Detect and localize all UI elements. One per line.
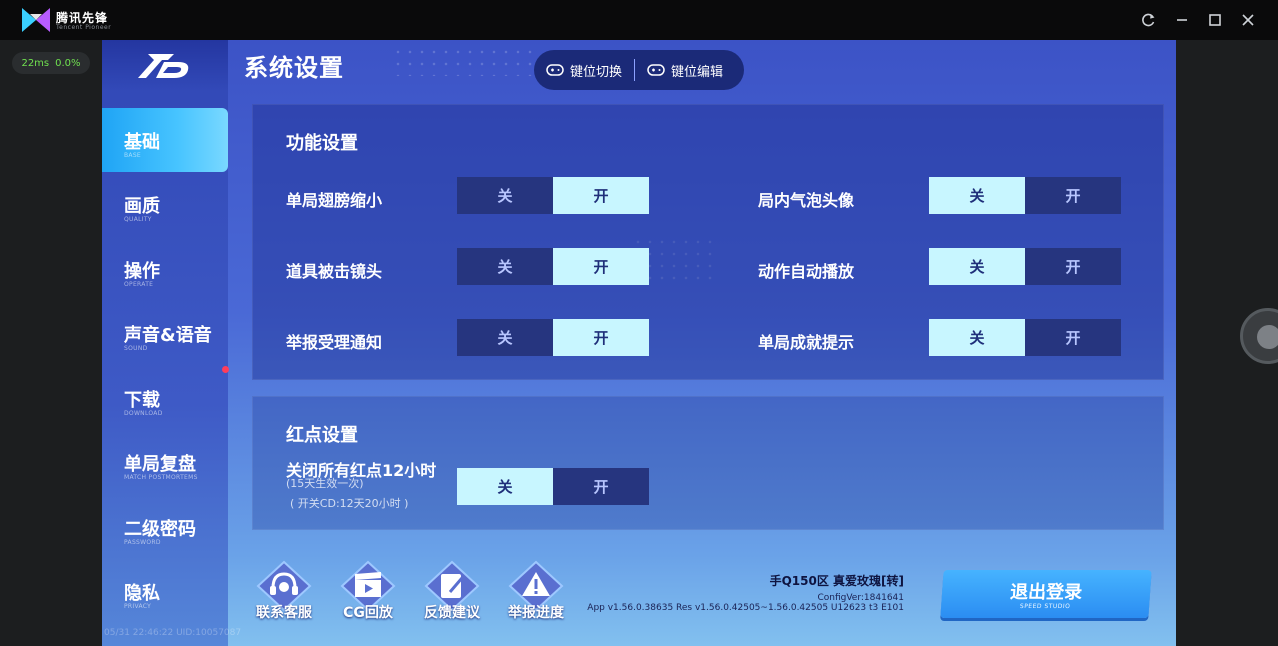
key-switch-button[interactable]: 键位切换	[534, 50, 634, 90]
contact-support-button[interactable]: 联系客服	[250, 560, 318, 630]
report-progress-button[interactable]: 举报进度	[502, 560, 570, 630]
ping-value: 22ms	[21, 57, 50, 69]
toggle-off-option[interactable]: 关	[457, 468, 553, 505]
function-settings-panel: 功能设置 单局翅膀缩小 关 开 道具被击镜头 关 开 举报受理通知 关 开 局内…	[252, 104, 1164, 380]
toggle-on-option[interactable]: 开	[1025, 177, 1121, 214]
host-left-panel	[0, 40, 102, 646]
logout-sublabel: SPEED STUDIO	[1019, 603, 1071, 610]
setting-label: 道具被击镜头	[286, 262, 383, 281]
settings-sidebar: 基础 BASE 画质 QUALITY 操作 OPERATE 声音&语音 SOUN…	[102, 40, 228, 646]
config-version: ConfigVer:1841641	[817, 593, 904, 603]
host-brand-sub: Tencent Pioneer	[56, 24, 112, 31]
refresh-icon[interactable]	[1138, 10, 1158, 30]
minimize-icon[interactable]	[1172, 10, 1192, 30]
key-edit-label: 键位编辑	[671, 64, 724, 80]
nav-label: 声音&语音	[124, 325, 212, 346]
setting-label: 局内气泡头像	[758, 191, 855, 210]
bottom-button-label: 举报进度	[508, 605, 564, 621]
key-layout-pill: 键位切换 键位编辑	[534, 50, 744, 90]
gamepad-icon	[546, 64, 564, 76]
cg-replay-button[interactable]: CG回放	[334, 560, 402, 630]
toggle-achievement-tip: 关 开	[929, 319, 1122, 356]
toggle-on-option[interactable]: 开	[553, 468, 649, 505]
toggle-off-option[interactable]: 关	[929, 319, 1025, 356]
toggle-wing-shrink: 关 开	[457, 177, 650, 214]
toggle-off-option[interactable]: 关	[457, 177, 553, 214]
toggle-on-option[interactable]: 开	[553, 177, 649, 214]
nav-label: 基础	[124, 132, 160, 153]
toggle-off-option[interactable]: 关	[929, 177, 1025, 214]
account-name: 手Q150区 真爱玫瑰[转]	[769, 574, 904, 588]
setting-cooldown: ( 开关CD:12天20小时 )	[290, 497, 409, 510]
nav-sublabel: SOUND	[124, 345, 148, 352]
logout-button[interactable]: 退出登录 SPEED STUDIO	[940, 570, 1152, 618]
toggle-on-option[interactable]: 开	[553, 319, 649, 356]
reddot-settings-panel: 红点设置 关闭所有红点12小时 (15天生效一次) ( 开关CD:12天20小时…	[252, 396, 1164, 530]
speed-logo-icon	[138, 54, 189, 78]
toggle-auto-action: 关 开	[929, 248, 1122, 285]
download-red-dot	[222, 366, 229, 373]
maximize-icon[interactable]	[1205, 10, 1225, 30]
host-titlebar: 腾讯先锋 Tencent Pioneer	[0, 0, 1278, 40]
nav-item-sound[interactable]: 声音&语音 SOUND	[102, 301, 228, 365]
setting-label: 举报受理通知	[286, 333, 383, 352]
nav-label: 单局复盘	[124, 454, 196, 475]
setting-label: 单局翅膀缩小	[286, 191, 383, 210]
nav-label: 操作	[124, 261, 160, 282]
toggle-hide-reddots: 关 开	[457, 468, 650, 505]
toggle-off-option[interactable]: 关	[457, 319, 553, 356]
nav-sublabel: MATCH POSTMORTEMS	[124, 474, 198, 481]
tencent-pioneer-logo-icon	[22, 8, 50, 32]
bottom-button-label: 反馈建议	[424, 605, 480, 621]
toggle-off-option[interactable]: 关	[929, 248, 1025, 285]
toggle-item-hit-camera: 关 开	[457, 248, 650, 285]
nav-item-match-postmortems[interactable]: 单局复盘 MATCH POSTMORTEMS	[102, 430, 228, 494]
close-icon[interactable]	[1238, 10, 1258, 30]
hexagon-icon	[1257, 325, 1278, 349]
setting-label: 动作自动播放	[758, 262, 855, 281]
bottom-button-label: 联系客服	[256, 605, 312, 621]
key-switch-label: 键位切换	[570, 64, 623, 80]
setting-sublabel: (15天生效一次)	[286, 477, 364, 490]
toggle-bubble-avatar: 关 开	[929, 177, 1122, 214]
nav-sublabel: QUALITY	[124, 216, 152, 223]
panel-title: 红点设置	[286, 425, 358, 446]
loss-value: 0.0%	[55, 57, 81, 69]
nav-sublabel: PRIVACY	[124, 603, 152, 610]
toggle-on-option[interactable]: 开	[553, 248, 649, 285]
nav-label: 隐私	[124, 583, 160, 604]
nav-item-password[interactable]: 二级密码 PASSWORD	[102, 495, 228, 559]
game-viewport: 基础 BASE 画质 QUALITY 操作 OPERATE 声音&语音 SOUN…	[102, 40, 1176, 646]
feedback-button[interactable]: 反馈建议	[418, 560, 486, 630]
gamepad-icon	[647, 64, 665, 76]
toggle-on-option[interactable]: 开	[1025, 248, 1121, 285]
nav-item-privacy[interactable]: 隐私 PRIVACY	[102, 559, 228, 623]
screen: 腾讯先锋 Tencent Pioneer 22ms 0.0% 基础 BASE 画…	[0, 0, 1278, 646]
toggle-report-notify: 关 开	[457, 319, 650, 356]
nav-item-operate[interactable]: 操作 OPERATE	[102, 237, 228, 301]
nav-label: 二级密码	[124, 519, 196, 540]
nav-sublabel: DOWNLOAD	[124, 410, 163, 417]
footer-timestamp: 05/31 22:46:22 UID:10057087	[104, 628, 242, 638]
game-logo	[102, 40, 228, 90]
nav-sublabel: BASE	[124, 152, 142, 159]
nav-label: 画质	[124, 196, 160, 217]
nav-item-base[interactable]: 基础 BASE	[102, 108, 228, 172]
key-edit-button[interactable]: 键位编辑	[635, 50, 735, 90]
toggle-on-option[interactable]: 开	[1025, 319, 1121, 356]
nav-sublabel: OPERATE	[124, 281, 154, 288]
page-title: 系统设置	[244, 54, 344, 82]
nav-item-download[interactable]: 下载 DOWNLOAD	[102, 366, 228, 430]
nav-label: 下载	[124, 390, 160, 411]
nav-item-quality[interactable]: 画质 QUALITY	[102, 172, 228, 236]
bottom-button-label: CG回放	[343, 605, 393, 621]
toggle-off-option[interactable]: 关	[457, 248, 553, 285]
decor-dots	[392, 46, 532, 76]
logout-label: 退出登录	[1009, 582, 1083, 603]
app-version: App v1.56.0.38635 Res v1.56.0.42505~1.56…	[587, 603, 904, 613]
panel-title: 功能设置	[286, 133, 358, 154]
nav-sublabel: PASSWORD	[124, 539, 161, 546]
ping-indicator[interactable]: 22ms 0.0%	[12, 52, 90, 74]
setting-label: 单局成就提示	[758, 333, 855, 352]
